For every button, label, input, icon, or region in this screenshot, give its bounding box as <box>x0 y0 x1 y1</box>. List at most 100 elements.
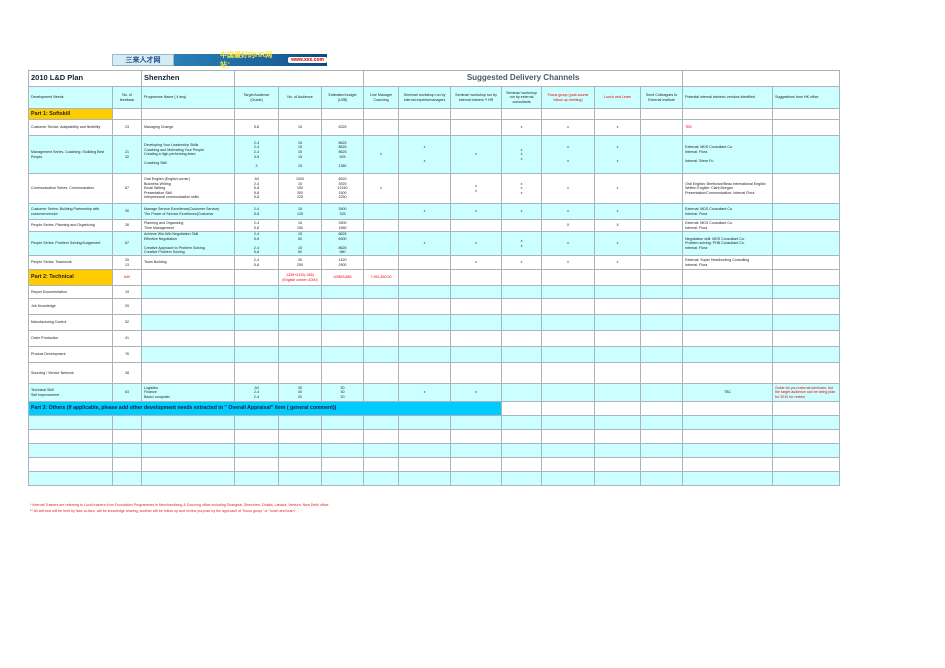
part1-label-blank <box>594 108 642 120</box>
technical-empty <box>682 362 774 384</box>
banner-url: www.xxx.com <box>288 57 327 63</box>
softskill-sc <box>640 173 684 204</box>
softskill-hr: x <box>450 231 503 256</box>
others-empty <box>111 457 143 472</box>
technical-empty <box>541 285 596 299</box>
tech-blank <box>541 383 596 402</box>
softskill-lm <box>363 231 400 256</box>
technical-empty <box>398 285 452 299</box>
col-header-12: Send Colleagues to External Institute <box>640 86 684 109</box>
softskill-need: People Series: Planning and Organizing <box>28 219 113 232</box>
others-empty <box>772 471 841 486</box>
softskill-hk <box>772 219 841 232</box>
technical-need: Order Production <box>28 330 113 347</box>
technical-empty <box>772 362 841 384</box>
others-empty <box>321 443 365 458</box>
banner-ad[interactable]: 三来人才网 中国最好的HR网站： www.xxx.com <box>112 52 327 69</box>
softskill-fg: x x <box>541 135 596 174</box>
softskill-fg: x <box>541 255 596 270</box>
others-empty <box>111 471 143 486</box>
softskill-ll: x x <box>594 135 642 174</box>
col-header-5: Estimated budget (US$) <box>321 86 365 109</box>
softskill-lm: x <box>363 173 400 204</box>
ld-plan-table: 2010 L&D Plan Shenzhen Suggested Deliver… <box>27 70 841 486</box>
technical-feedback: 76 <box>111 346 143 363</box>
technical-empty <box>450 314 503 331</box>
softskill-ext: x x <box>501 231 543 256</box>
technical-empty <box>234 346 280 363</box>
technical-empty <box>278 298 323 315</box>
softskill-hr: x x <box>450 173 503 204</box>
softskill-vendor: External: MDS Consultant Co. Internal: F… <box>682 203 774 220</box>
others-empty <box>594 471 642 486</box>
technical-empty <box>141 330 236 347</box>
col-header-2: Programme Name ( if any) <box>141 86 236 109</box>
others-empty <box>234 429 280 444</box>
tech-blank <box>640 383 684 402</box>
others-empty <box>501 429 543 444</box>
softskill-vendor: External: Super Headhunting Consulting I… <box>682 255 774 270</box>
part1-label-blank <box>363 108 400 120</box>
technical-empty <box>541 346 596 363</box>
technical-need: Report Documentation <box>28 285 113 299</box>
others-empty <box>682 457 774 472</box>
softskill-prog: Planning and Organizing Time Management <box>141 219 236 232</box>
others-empty <box>640 457 684 472</box>
technical-row: Manufacturing Control 52 <box>28 314 841 331</box>
softskill-row: People Series: Planning and Organizing 26… <box>28 219 841 232</box>
part2-fb-total: 640 <box>111 269 143 286</box>
technical-empty <box>594 362 642 384</box>
others-empty <box>278 443 323 458</box>
technical-feedback: 41 <box>111 330 143 347</box>
technical-empty <box>234 298 280 315</box>
technical-empty <box>398 330 452 347</box>
others-empty <box>234 471 280 486</box>
technical-empty <box>682 330 774 347</box>
softskill-int <box>398 173 452 204</box>
tech-blank <box>501 383 543 402</box>
technical-row: Order Production 41 <box>28 330 841 347</box>
column-header-row: Development Needs No. of feedback Programm… <box>28 86 841 109</box>
technical-empty <box>682 314 774 331</box>
technical-empty <box>398 362 452 384</box>
softskill-fg: x <box>541 119 596 136</box>
tech-blank <box>363 383 400 402</box>
softskill-hk <box>772 119 841 136</box>
col-header-4: No. of Audience <box>278 86 323 109</box>
others-empty <box>111 443 143 458</box>
softskill-grade: 2-4 5-8 2-4 5-8 <box>234 231 280 256</box>
technical-empty <box>398 346 452 363</box>
technical-feedback: 19 <box>111 285 143 299</box>
softskill-fg: X <box>541 219 596 232</box>
others-empty <box>640 415 684 430</box>
softskill-ll: X <box>594 219 642 232</box>
softskill-vendor: Negotiation skill: MDS Consultant Co. Pr… <box>682 231 774 256</box>
softskill-prog: Oral English (English corner) Business W… <box>141 173 236 204</box>
others-row <box>28 443 841 458</box>
technical-empty <box>772 285 841 299</box>
others-empty <box>111 429 143 444</box>
technical-empty <box>141 298 236 315</box>
tech-need: Technical Skill Self Improvement <box>28 383 113 402</box>
others-empty <box>28 443 113 458</box>
softskill-hr: x <box>450 135 503 174</box>
technical-empty <box>363 285 400 299</box>
others-empty <box>278 457 323 472</box>
technical-empty <box>640 346 684 363</box>
technical-empty <box>321 346 365 363</box>
technical-empty <box>772 314 841 331</box>
technical-need: Sourcing / Vendor Network <box>28 362 113 384</box>
suggested-delivery-header: Suggested Delivery Channels <box>363 70 684 87</box>
softskill-fb: 26 <box>111 219 143 232</box>
part2-blank <box>501 269 543 286</box>
others-empty <box>594 415 642 430</box>
part1-label-blank <box>501 108 543 120</box>
technical-empty <box>501 298 543 315</box>
softskill-row: Customer Series: Building Partnership wi… <box>28 203 841 220</box>
others-empty <box>141 457 236 472</box>
softskill-row: Customer Sevice, Adaptability and flexib… <box>28 119 841 136</box>
softskill-aud: 30 250 <box>278 255 323 270</box>
softskill-need: People Series: Teamwork <box>28 255 113 270</box>
others-empty <box>682 429 774 444</box>
softskill-aud: 1000 15 150 300 225 <box>278 173 323 204</box>
